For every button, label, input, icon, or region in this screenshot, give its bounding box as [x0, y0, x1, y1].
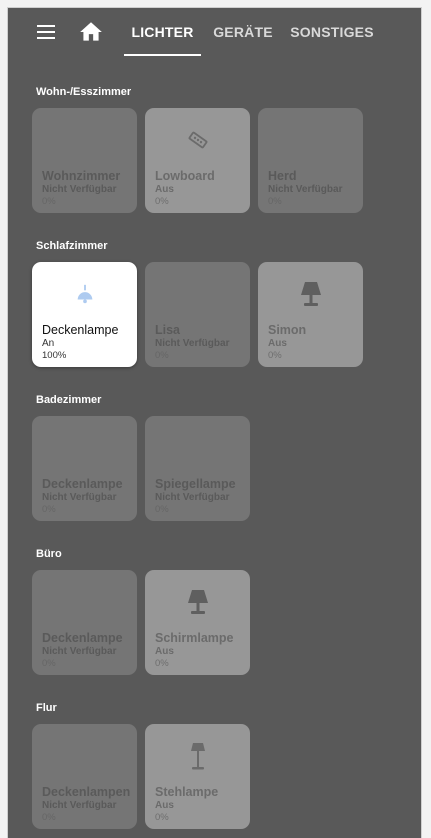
- light-tile-lisa[interactable]: Lisa Nicht Verfügbar 0%: [145, 262, 250, 367]
- tile-percent: 0%: [42, 658, 56, 669]
- tile-percent: 100%: [42, 350, 67, 361]
- light-tile-deckenlampe[interactable]: Deckenlampe An 100%: [32, 262, 137, 367]
- light-tile-deckenlampe[interactable]: Deckenlampe Nicht Verfügbar 0%: [32, 416, 137, 521]
- tab-lichter[interactable]: LICHTER: [124, 8, 201, 56]
- tile-percent: 0%: [42, 196, 56, 207]
- tile-percent: 0%: [42, 504, 56, 515]
- light-tile-lowboard[interactable]: Lowboard Aus 0%: [145, 108, 250, 213]
- tile-percent: 0%: [268, 196, 282, 207]
- tile-percent: 0%: [268, 350, 282, 361]
- section-title: Schlafzimmer: [36, 240, 108, 252]
- light-tile-deckenlampe[interactable]: Deckenlampe Nicht Verfügbar 0%: [32, 570, 137, 675]
- tile-name: Deckenlampe: [42, 631, 123, 645]
- section-title: Badezimmer: [36, 394, 102, 406]
- light-tile-deckenlampen[interactable]: Deckenlampen Nicht Verfügbar 0%: [32, 724, 137, 829]
- table-lamp-icon: [145, 584, 250, 620]
- light-tile-herd[interactable]: Herd Nicht Verfügbar 0%: [258, 108, 363, 213]
- app-window: LICHTER GERÄTE SONSTIGES Wohn-/Esszimmer…: [8, 8, 421, 838]
- tile-name: Wohnzimmer: [42, 169, 121, 183]
- light-tile-simon[interactable]: Simon Aus 0%: [258, 262, 363, 367]
- tile-status: Aus: [155, 646, 174, 657]
- tile-status: Nicht Verfügbar: [155, 338, 230, 349]
- tile-name: Simon: [268, 323, 307, 337]
- section-title: Büro: [36, 548, 62, 560]
- tile-name: Lowboard: [155, 169, 215, 183]
- tile-status: Aus: [155, 800, 174, 811]
- tile-name: Lisa: [155, 323, 181, 337]
- tile-name: Deckenlampen: [42, 785, 131, 799]
- tile-status: Aus: [155, 184, 174, 195]
- led-strip-icon: [145, 122, 250, 158]
- tile-status: An: [42, 338, 55, 349]
- floor-lamp-icon: [145, 738, 250, 774]
- section-title: Flur: [36, 702, 57, 714]
- tile-name: Deckenlampe: [42, 477, 123, 491]
- tab-sonstiges[interactable]: SONSTIGES: [289, 8, 375, 56]
- tile-percent: 0%: [155, 658, 169, 669]
- tile-status: Nicht Verfügbar: [42, 492, 117, 503]
- tile-percent: 0%: [155, 196, 169, 207]
- tile-status: Nicht Verfügbar: [268, 184, 343, 195]
- tile-status: Nicht Verfügbar: [42, 646, 117, 657]
- tile-name: Deckenlampe: [42, 323, 119, 337]
- tab-active-indicator: [124, 54, 201, 56]
- tile-name: Stehlampe: [155, 785, 219, 799]
- section-title: Wohn-/Esszimmer: [36, 86, 132, 98]
- menu-icon[interactable]: [32, 20, 58, 44]
- tile-percent: 0%: [155, 350, 169, 361]
- top-app-bar: LICHTER GERÄTE SONSTIGES: [8, 8, 421, 56]
- tab-geraete[interactable]: GERÄTE: [210, 8, 276, 56]
- light-tile-wohnzimmer[interactable]: Wohnzimmer Nicht Verfügbar 0%: [32, 108, 137, 213]
- light-tile-stehlampe[interactable]: Stehlampe Aus 0%: [145, 724, 250, 829]
- tab-sonstiges-label: SONSTIGES: [290, 24, 374, 40]
- tab-geraete-label: GERÄTE: [213, 24, 273, 40]
- table-lamp-icon: [258, 276, 363, 312]
- tile-status: Nicht Verfügbar: [155, 492, 230, 503]
- home-icon[interactable]: [78, 19, 104, 45]
- tile-percent: 0%: [42, 812, 56, 823]
- light-tile-spiegellampe[interactable]: Spiegellampe Nicht Verfügbar 0%: [145, 416, 250, 521]
- tile-status: Nicht Verfügbar: [42, 184, 117, 195]
- tile-percent: 0%: [155, 812, 169, 823]
- ceiling-light-icon: [32, 276, 137, 312]
- tile-name: Schirmlampe: [155, 631, 234, 645]
- tile-status: Aus: [268, 338, 287, 349]
- tile-name: Spiegellampe: [155, 477, 236, 491]
- light-tile-schirmlampe[interactable]: Schirmlampe Aus 0%: [145, 570, 250, 675]
- tile-status: Nicht Verfügbar: [42, 800, 117, 811]
- tab-lichter-label: LICHTER: [131, 24, 194, 40]
- tile-name: Herd: [268, 169, 297, 183]
- tile-percent: 0%: [155, 504, 169, 515]
